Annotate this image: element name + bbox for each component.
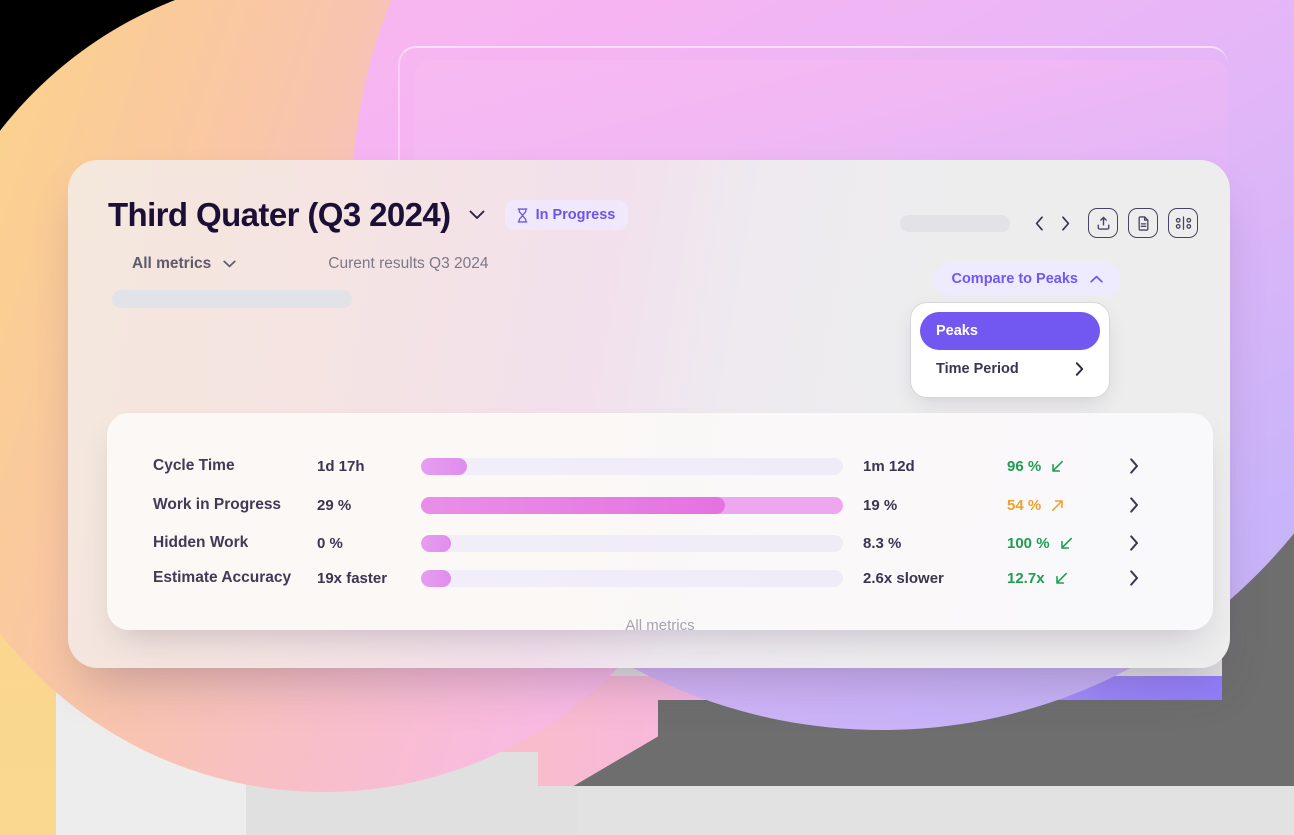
metrics-filter-label: All metrics: [132, 255, 212, 272]
chevron-down-icon: [469, 210, 485, 219]
metric-peak-value: 8.3 %: [863, 534, 902, 552]
metric-progress-fill: [421, 457, 468, 475]
report-button[interactable]: [1128, 208, 1158, 238]
metric-progress-track: [421, 457, 843, 475]
metric-value: 29 %: [317, 496, 352, 514]
background-step-four: [578, 786, 1294, 835]
share-button[interactable]: [1088, 208, 1118, 238]
chevron-right-icon: [1061, 215, 1069, 231]
share-nodes-icon: [1175, 216, 1191, 230]
screenshot-root: Third Quater (Q3 2024) In Progress All m…: [0, 0, 1294, 835]
metric-progress-track: [421, 496, 843, 514]
metric-label: Cycle Time: [153, 457, 235, 474]
current-results-label: Curent results Q3 2024: [328, 255, 489, 272]
all-metrics-footer-label[interactable]: All metrics: [107, 617, 1213, 630]
loading-skeleton-bar: [112, 290, 352, 308]
row-expand-chevron-icon[interactable]: [1129, 458, 1140, 474]
table-row[interactable]: Hidden Work 0 % 8.3 % 100 %: [107, 524, 1213, 562]
row-expand-chevron-icon[interactable]: [1129, 570, 1140, 586]
metric-progress-fill: [421, 534, 451, 552]
row-expand-chevron-icon[interactable]: [1129, 497, 1140, 513]
status-badge-label: In Progress: [535, 207, 616, 223]
connect-button[interactable]: [1168, 208, 1198, 238]
chevron-right-icon: [1075, 362, 1084, 376]
table-row[interactable]: Work in Progress 29 % 19 % 54 %: [107, 486, 1213, 524]
metric-delta: 54 %: [1007, 497, 1127, 514]
hourglass-icon: [517, 207, 528, 223]
metric-delta-value: 12.7x: [1007, 569, 1045, 587]
metric-delta: 100 %: [1007, 535, 1127, 552]
metric-label: Estimate Accuracy: [153, 569, 292, 586]
prev-period-button[interactable]: [1026, 209, 1052, 237]
menu-item-label: Peaks: [936, 323, 978, 339]
metric-delta: 12.7x: [1007, 570, 1127, 587]
upload-icon: [1097, 216, 1109, 230]
compare-dropdown-menu: Peaks Time Period: [910, 302, 1110, 398]
metric-progress-track: [421, 534, 843, 552]
arrow-down-left-icon: [1060, 537, 1072, 549]
card-header: Third Quater (Q3 2024) In Progress: [108, 196, 629, 234]
compare-label: Compare to Peaks: [951, 271, 1078, 287]
menu-item-time-period[interactable]: Time Period: [920, 350, 1100, 388]
metric-label: Hidden Work: [153, 534, 249, 551]
quarter-selector[interactable]: Third Quater (Q3 2024): [108, 196, 485, 234]
dashboard-card: Third Quater (Q3 2024) In Progress All m…: [68, 160, 1230, 668]
metric-peak-value: 2.6x slower: [863, 569, 944, 587]
metric-peak-value: 1m 12d: [863, 457, 915, 475]
metric-peak-value: 19 %: [863, 496, 898, 514]
document-icon: [1138, 215, 1148, 231]
metric-delta-value: 100 %: [1007, 534, 1050, 552]
metric-progress-fill: [421, 569, 451, 587]
chevron-up-icon: [1090, 275, 1103, 283]
next-period-button[interactable]: [1052, 209, 1078, 237]
compare-to-peaks-button[interactable]: Compare to Peaks: [934, 262, 1120, 296]
arrow-down-left-icon: [1055, 572, 1067, 584]
metric-delta: 96 %: [1007, 458, 1127, 475]
arrow-up-right-icon: [1052, 499, 1063, 511]
metric-progress-track: [421, 569, 843, 587]
metrics-panel: Cycle Time 1d 17h 1m 12d 96 % Work in Pr…: [107, 413, 1213, 630]
status-badge: In Progress: [504, 200, 629, 230]
table-row[interactable]: Estimate Accuracy 19x faster 2.6x slower…: [107, 559, 1213, 597]
table-row[interactable]: Cycle Time 1d 17h 1m 12d 96 %: [107, 447, 1213, 485]
arrow-down-left-icon: [1052, 460, 1064, 472]
card-subheader: All metrics Curent results Q3 2024: [132, 255, 489, 273]
chevron-left-icon: [1035, 215, 1043, 231]
toolbar: [900, 208, 1198, 238]
metric-delta-value: 96 %: [1007, 457, 1042, 475]
metric-label: Work in Progress: [153, 496, 282, 513]
row-expand-chevron-icon[interactable]: [1129, 535, 1140, 551]
page-title: Third Quater (Q3 2024): [108, 196, 451, 233]
metric-value: 19x faster: [317, 569, 388, 587]
metric-value: 1d 17h: [317, 457, 365, 475]
metrics-filter-dropdown[interactable]: All metrics: [132, 255, 236, 273]
menu-item-label: Time Period: [936, 361, 1019, 377]
chevron-down-icon: [223, 260, 236, 268]
metric-delta-value: 54 %: [1007, 496, 1042, 514]
metric-value: 0 %: [317, 534, 343, 552]
toolbar-skeleton-pill: [900, 214, 1010, 232]
metric-progress-fill: [421, 496, 725, 514]
menu-item-peaks[interactable]: Peaks: [920, 312, 1100, 350]
